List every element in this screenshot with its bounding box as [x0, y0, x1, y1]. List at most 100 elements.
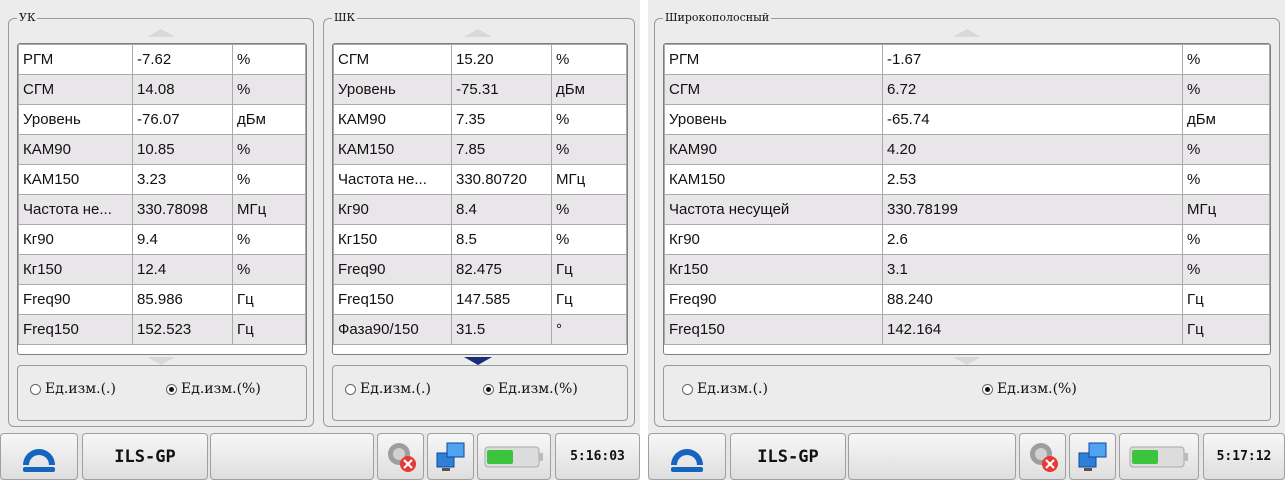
param-unit-cell: МГц	[232, 194, 306, 225]
param-value-cell: -65.74	[882, 104, 1183, 135]
table-row[interactable]: Кг150 8.5%	[333, 224, 627, 255]
table-row[interactable]: Freq150 152.523 Гц	[18, 314, 306, 345]
uk-units-box: Ед.изм.(.) Ед.изм.(%)	[17, 365, 307, 421]
radio-off-icon	[682, 383, 693, 395]
param-name-cell: СГМ	[664, 74, 883, 105]
param-value-cell: 3.1	[882, 254, 1183, 285]
app-title: ILS-GP	[114, 446, 176, 467]
param-unit-cell: %	[1182, 164, 1270, 195]
param-unit-cell: Гц	[1182, 314, 1270, 345]
param-unit-cell: %	[1182, 44, 1270, 75]
table-row[interactable]: КАМ150 2.53%	[664, 164, 1270, 195]
table-row[interactable]: СГМ 6.72%	[664, 74, 1270, 105]
start-button[interactable]	[648, 433, 726, 480]
scroll-up-arrow[interactable]	[953, 29, 981, 37]
wideband-table: РГМ -1.67% СГМ 6.72% Уровень -65.74 дБм КАМ90 4.…	[663, 43, 1271, 355]
units-plain-radio[interactable]: Ед.изм.(.)	[30, 381, 116, 397]
uk-group: УК РГМ -7.62% СГМ 14.08% Уровень -76.07 дБм КАМ…	[8, 10, 314, 427]
param-value-cell: 10.85	[132, 134, 233, 165]
param-value-cell: -1.67	[882, 44, 1183, 75]
clock-button[interactable]: 5:17:12	[1203, 433, 1285, 480]
units-plain-radio[interactable]: Ед.изм.(.)	[682, 381, 768, 397]
battery-icon	[1129, 446, 1188, 467]
table-row[interactable]: Кг150 12.4%	[18, 254, 306, 285]
units-plain-label: Ед.изм.(.)	[697, 381, 768, 397]
param-value-cell: 9.4	[132, 224, 233, 255]
scroll-up-arrow[interactable]	[147, 29, 175, 37]
table-row[interactable]: СГМ 14.08%	[18, 74, 306, 105]
scroll-down-arrow[interactable]	[953, 357, 981, 365]
table-row[interactable]: Freq90 82.475 Гц	[333, 254, 627, 285]
param-unit-cell: Гц	[1182, 284, 1270, 315]
param-unit-cell: %	[232, 134, 306, 165]
table-row[interactable]: Уровень -65.74 дБм	[664, 104, 1270, 135]
battery-button[interactable]	[1119, 433, 1199, 480]
table-row[interactable]: КАМ90 4.20%	[664, 134, 1270, 165]
param-unit-cell: %	[1182, 74, 1270, 105]
battery-icon	[484, 446, 543, 467]
uk-group-title: УК	[17, 10, 38, 26]
param-unit-cell: %	[551, 194, 627, 225]
clock-button[interactable]: 5:16:03	[555, 433, 640, 480]
table-row[interactable]: Уровень -75.31 дБм	[333, 74, 627, 105]
param-unit-cell: МГц	[551, 164, 627, 195]
table-row[interactable]: СГМ 15.20%	[333, 44, 627, 75]
param-name-cell: Freq150	[18, 314, 133, 345]
table-row[interactable]: Фаза90/150 31.5 °	[333, 314, 627, 345]
table-row[interactable]: Кг90 2.6%	[664, 224, 1270, 255]
table-row[interactable]: Freq90 88.240 Гц	[664, 284, 1270, 315]
param-value-cell: 2.53	[882, 164, 1183, 195]
network-monitors-button[interactable]	[427, 433, 474, 480]
table-row[interactable]: КАМ150 7.85%	[333, 134, 627, 165]
param-name-cell: Freq150	[664, 314, 883, 345]
units-percent-radio[interactable]: Ед.изм.(%)	[483, 381, 578, 397]
table-row[interactable]: Freq90 85.986 Гц	[18, 284, 306, 315]
network-monitors-icon	[436, 442, 464, 471]
table-row[interactable]: КАМ150 3.23%	[18, 164, 306, 195]
units-percent-radio[interactable]: Ед.изм.(%)	[166, 381, 261, 397]
table-row[interactable]: КАМ90 10.85%	[18, 134, 306, 165]
units-percent-label: Ед.изм.(%)	[498, 381, 578, 397]
table-row[interactable]: Частота не... 330.80720 МГц	[333, 164, 627, 195]
table-row[interactable]: РГМ -1.67%	[664, 44, 1270, 75]
param-name-cell: КАМ90	[18, 134, 133, 165]
table-row[interactable]: Уровень -76.07 дБм	[18, 104, 306, 135]
table-row[interactable]: Freq150 147.585 Гц	[333, 284, 627, 315]
screen-right: Широкополосный РГМ -1.67% СГМ 6.72% Уровень -…	[648, 0, 1285, 480]
taskbar: ILS-GP 5:16:03	[0, 433, 640, 480]
taskbar-spacer	[210, 433, 374, 480]
table-row[interactable]: Частота не... 330.78098 МГц	[18, 194, 306, 225]
table-row[interactable]: Кг90 9.4%	[18, 224, 306, 255]
param-unit-cell: Гц	[551, 254, 627, 285]
units-percent-radio[interactable]: Ед.изм.(%)	[982, 381, 1077, 397]
battery-button[interactable]	[477, 433, 551, 480]
radio-off-icon	[30, 383, 41, 395]
table-row[interactable]: РГМ -7.62%	[18, 44, 306, 75]
scroll-down-arrow[interactable]	[464, 357, 492, 365]
param-name-cell: Кг150	[664, 254, 883, 285]
param-value-cell: 330.80720	[451, 164, 552, 195]
param-name-cell: Кг90	[333, 194, 452, 225]
table-row[interactable]: Кг90 8.4%	[333, 194, 627, 225]
network-error-button[interactable]	[1019, 433, 1066, 480]
scroll-down-arrow[interactable]	[147, 357, 175, 365]
start-button[interactable]	[0, 433, 78, 480]
units-plain-label: Ед.изм.(.)	[45, 381, 116, 397]
app-title-button[interactable]: ILS-GP	[82, 433, 208, 480]
taskbar-spacer	[848, 433, 1016, 480]
network-monitors-button[interactable]	[1069, 433, 1116, 480]
uk-table: РГМ -7.62% СГМ 14.08% Уровень -76.07 дБм КАМ90 1…	[17, 43, 307, 355]
param-value-cell: 82.475	[451, 254, 552, 285]
network-error-button[interactable]	[377, 433, 424, 480]
table-row[interactable]: Частота несущей 330.78199 МГц	[664, 194, 1270, 225]
scroll-up-arrow[interactable]	[464, 29, 492, 37]
clock: 5:16:03	[570, 449, 625, 464]
table-row[interactable]: Freq150 142.164 Гц	[664, 314, 1270, 345]
shk-table: СГМ 15.20% Уровень -75.31 дБм КАМ90 7.35% КАМ15…	[332, 43, 628, 355]
app-title-button[interactable]: ILS-GP	[730, 433, 846, 480]
table-row[interactable]: Кг150 3.1%	[664, 254, 1270, 285]
table-row[interactable]: КАМ90 7.35%	[333, 104, 627, 135]
param-value-cell: 12.4	[132, 254, 233, 285]
units-plain-radio[interactable]: Ед.изм.(.)	[345, 381, 431, 397]
shk-units-box: Ед.изм.(.) Ед.изм.(%)	[332, 365, 628, 421]
